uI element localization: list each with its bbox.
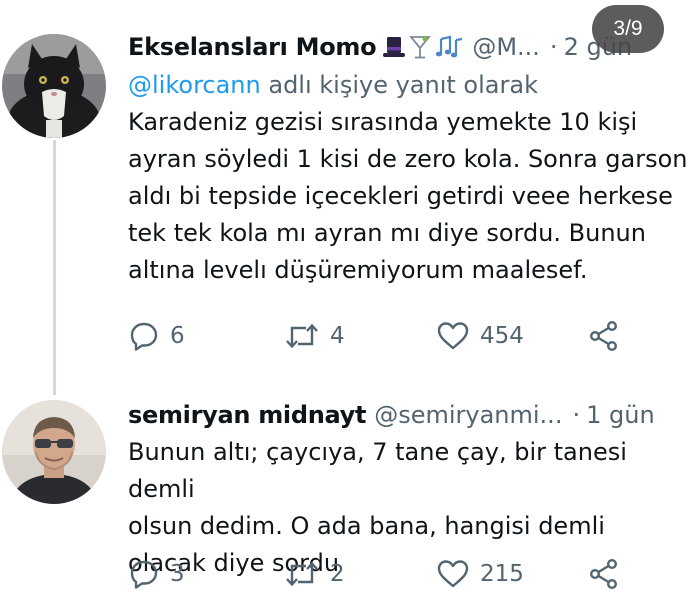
share-button[interactable] [588, 320, 630, 352]
reply-count: 6 [170, 323, 185, 349]
retweet-icon [286, 561, 318, 587]
like-count: 454 [480, 323, 524, 349]
retweet-icon [286, 323, 318, 349]
share-icon [590, 321, 618, 352]
reply-button[interactable]: 6 [128, 320, 185, 352]
user-handle[interactable]: @semiryanmi... [374, 401, 562, 429]
reply-button[interactable]: 3 [128, 558, 185, 590]
like-button[interactable]: 215 [436, 558, 524, 590]
music-notes-icon [436, 35, 463, 58]
avatar[interactable] [2, 34, 106, 138]
share-button[interactable] [588, 558, 630, 590]
reply-context: @likorcann adlı kişiye yanıt olarak [128, 66, 690, 104]
thread-connector-line [53, 140, 56, 395]
heart-icon [437, 560, 469, 588]
image-pager-badge: 3/9 [592, 5, 664, 53]
user-handle[interactable]: @M... [472, 33, 540, 61]
tweet[interactable]: Ekselansları Momo @M... · 2 gün @likorca… [128, 28, 690, 352]
reply-icon [130, 560, 158, 589]
tweet-text: Karadeniz gezisi sırasında yemekte 10 ki… [128, 108, 688, 284]
separator-dot: · [549, 33, 558, 61]
tweet[interactable]: semiryan midnayt @semiryanmi... · 1 gün … [128, 396, 690, 590]
like-button[interactable]: 454 [436, 320, 524, 352]
display-name[interactable]: Ekselansları Momo [128, 33, 377, 61]
tweet-thread: Ekselansları Momo @M... · 2 gün @likorca… [0, 0, 690, 602]
like-count: 215 [480, 561, 524, 587]
reply-context-text: adlı kişiye yanıt olarak [260, 71, 538, 99]
top-hat-icon [383, 37, 406, 57]
retweet-button[interactable]: 2 [284, 558, 345, 590]
tweet-actions: 3 2 215 [128, 558, 688, 598]
avatar[interactable] [2, 400, 106, 504]
heart-icon [437, 322, 469, 350]
timestamp[interactable]: 1 gün [586, 401, 655, 429]
reply-mention-link[interactable]: @likorcann [128, 71, 261, 99]
retweet-count: 2 [330, 561, 345, 587]
display-name[interactable]: semiryan midnayt [128, 401, 367, 429]
name-emojis [382, 34, 464, 60]
separator-dot: · [572, 401, 581, 429]
cocktail-icon [409, 36, 432, 59]
tweet-header: semiryan midnayt @semiryanmi... · 1 gün [128, 396, 690, 434]
tweet-actions: 6 4 454 [128, 320, 688, 360]
retweet-button[interactable]: 4 [284, 320, 345, 352]
reply-icon [130, 322, 158, 351]
reply-count: 3 [170, 561, 185, 587]
retweet-count: 4 [330, 323, 345, 349]
share-icon [590, 559, 618, 590]
